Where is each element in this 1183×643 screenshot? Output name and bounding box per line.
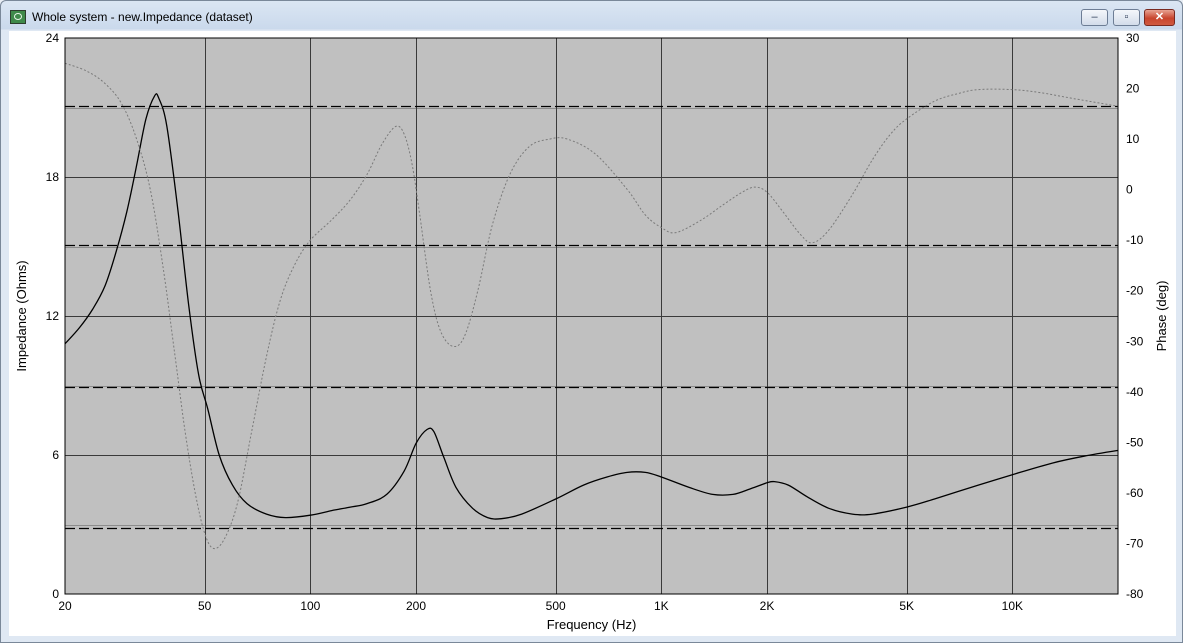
- app-window: Whole system - new.Impedance (dataset) ‒…: [0, 0, 1183, 643]
- y2-tick-label: -40: [1126, 385, 1144, 399]
- y-tick-label: 0: [52, 587, 59, 601]
- y2-tick-label: 0: [1126, 183, 1133, 197]
- x-axis-label: Frequency (Hz): [547, 617, 637, 632]
- chart-area: 20 50 100 200 500 1K 2K 5K 10K 0 6 12 18 24 -80 -70 -6…: [9, 31, 1176, 636]
- y-tick-labels: 0 6 12 18 24: [46, 31, 60, 601]
- y-axis-label: Impedance (Ohms): [14, 260, 29, 371]
- y-tick-label: 18: [46, 170, 60, 184]
- x-tick-label: 5K: [899, 599, 914, 613]
- x-tick-label: 100: [300, 599, 320, 613]
- x-tick-label: 2K: [760, 599, 775, 613]
- y2-tick-label: -30: [1126, 334, 1144, 348]
- y2-tick-label: 10: [1126, 132, 1140, 146]
- y2-tick-label: -10: [1126, 233, 1144, 247]
- y-tick-label: 12: [46, 309, 60, 323]
- impedance-chart[interactable]: 20 50 100 200 500 1K 2K 5K 10K 06121824 -80-70-6…: [9, 31, 1176, 636]
- y-tick-label: 6: [52, 448, 59, 462]
- x-tick-label: 20: [58, 599, 72, 613]
- close-button[interactable]: ✕: [1144, 9, 1175, 26]
- y-tick-label: 24: [46, 31, 60, 45]
- x-tick-label: 200: [406, 599, 426, 613]
- x-tick-label: 50: [198, 599, 212, 613]
- title-bar[interactable]: Whole system - new.Impedance (dataset) ‒…: [1, 1, 1182, 31]
- window-title: Whole system - new.Impedance (dataset): [32, 10, 253, 24]
- minimize-button[interactable]: ‒: [1081, 9, 1108, 26]
- y2-tick-label: -60: [1126, 486, 1144, 500]
- app-icon[interactable]: [10, 10, 26, 24]
- y2-tick-label: -50: [1126, 435, 1144, 449]
- y2-tick-label: 20: [1126, 82, 1140, 96]
- y2-tick-labels: -80 -70 -60 -50 -40 -30 -20 -10 0 10 20 30: [1126, 31, 1144, 601]
- y2-tick-label: -80: [1126, 587, 1144, 601]
- y2-tick-label: -70: [1126, 536, 1144, 550]
- x-tick-labels: 20 50 100 200 500 1K 2K 5K 10K: [58, 599, 1023, 613]
- y2-axis-label: Phase (deg): [1154, 281, 1169, 352]
- x-tick-label: 500: [546, 599, 566, 613]
- y2-tick-label: -20: [1126, 284, 1144, 298]
- maximize-button[interactable]: ▫: [1113, 9, 1140, 26]
- y2-tick-label: 30: [1126, 31, 1140, 45]
- x-tick-label: 10K: [1002, 599, 1023, 613]
- x-tick-label: 1K: [654, 599, 669, 613]
